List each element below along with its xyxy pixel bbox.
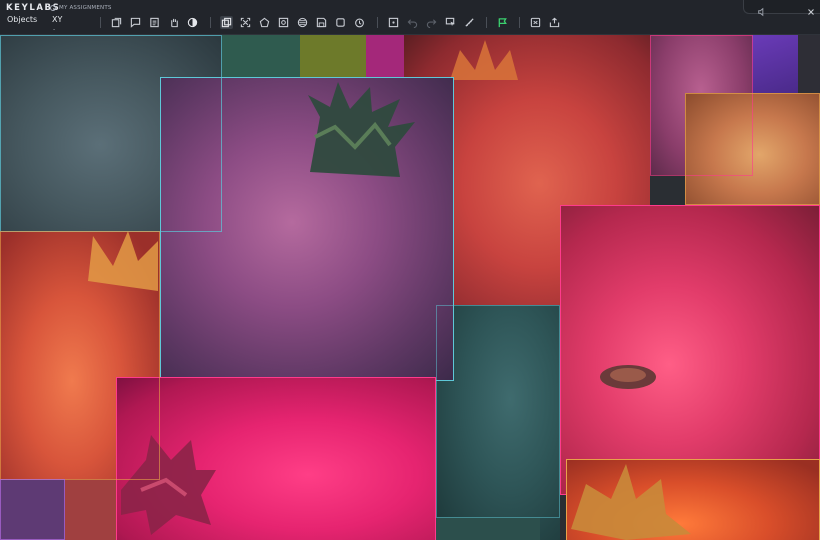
crosshair-icon [388, 17, 399, 28]
bbox-tool-button[interactable] [110, 16, 123, 29]
cursor-icon [445, 17, 455, 26]
image-tile [436, 517, 540, 540]
xy-caret: - [53, 26, 56, 33]
image-tile [65, 479, 117, 540]
timer-button[interactable] [353, 16, 366, 29]
toolbar-divider [377, 17, 378, 28]
shape-button[interactable] [258, 16, 271, 29]
image-tile [752, 35, 798, 93]
comment-button[interactable] [129, 16, 142, 29]
flag-button[interactable] [496, 16, 509, 29]
save-icon [316, 17, 327, 28]
ruler-button[interactable] [463, 16, 476, 29]
bounding-box-teal[interactable] [0, 35, 222, 232]
close-button[interactable] [806, 2, 816, 15]
grid-button[interactable] [529, 16, 542, 29]
crosshair-button[interactable] [387, 16, 400, 29]
timer-icon [355, 18, 364, 28]
expand-button[interactable] [239, 16, 252, 29]
my-assignments-label: MY ASSIGNMENTS [59, 5, 112, 11]
bounding-box-violet[interactable] [0, 479, 65, 540]
bbox-tool-icon [111, 17, 122, 28]
close-icon [808, 9, 814, 15]
pattern-icon [297, 17, 308, 28]
bounding-box-peach[interactable] [685, 93, 820, 205]
bounding-box-pink[interactable] [560, 205, 820, 495]
grid-icon [530, 17, 541, 28]
assignments-icon [50, 5, 56, 11]
flag-icon [498, 18, 507, 28]
image-tile [300, 35, 366, 77]
xy-menu[interactable]: XY [52, 15, 62, 24]
tag-icon [278, 17, 289, 28]
shape-icon [259, 17, 270, 28]
undo-icon [407, 19, 418, 28]
bounding-box-magenta[interactable] [116, 377, 436, 540]
toolbar-divider [210, 17, 211, 28]
note-icon [150, 17, 159, 28]
undo-button[interactable] [406, 16, 419, 29]
hand-icon [171, 18, 178, 28]
bounding-box-green[interactable] [436, 305, 560, 518]
redo-button[interactable] [425, 16, 438, 29]
export-button[interactable] [548, 16, 561, 29]
image-tile [366, 35, 404, 77]
comment-icon [130, 17, 141, 28]
objects-menu[interactable]: Objects [7, 15, 37, 24]
image-canvas[interactable] [0, 35, 820, 540]
speaker-icon [758, 7, 764, 17]
toolbar-divider [100, 17, 101, 28]
toolbar-divider [519, 17, 520, 28]
pattern-button[interactable] [296, 16, 309, 29]
top-toolbar: KEYLABS MY ASSIGNMENTS Objects XY - [0, 0, 820, 35]
export-icon [549, 17, 560, 28]
contrast-icon [187, 17, 198, 28]
copy-icon [221, 17, 232, 28]
bounding-box-orange[interactable] [566, 459, 820, 540]
toolbar-divider [486, 17, 487, 28]
copy-button[interactable] [220, 16, 233, 29]
cursor-button[interactable] [444, 16, 457, 29]
my-assignments-link[interactable]: MY ASSIGNMENTS [50, 3, 112, 13]
ruler-icon [465, 18, 474, 27]
note-button[interactable] [148, 16, 161, 29]
expand-icon [240, 17, 251, 28]
contrast-button[interactable] [186, 16, 199, 29]
tag-button[interactable] [277, 16, 290, 29]
frame-icon [336, 18, 345, 27]
sound-button[interactable] [757, 2, 767, 17]
image-tile [222, 35, 300, 77]
image-tile [798, 35, 820, 93]
bounding-box-red[interactable] [0, 231, 160, 480]
frame-button[interactable] [334, 16, 347, 29]
redo-icon [426, 19, 437, 28]
save-button[interactable] [315, 16, 328, 29]
hand-button[interactable] [168, 16, 181, 29]
